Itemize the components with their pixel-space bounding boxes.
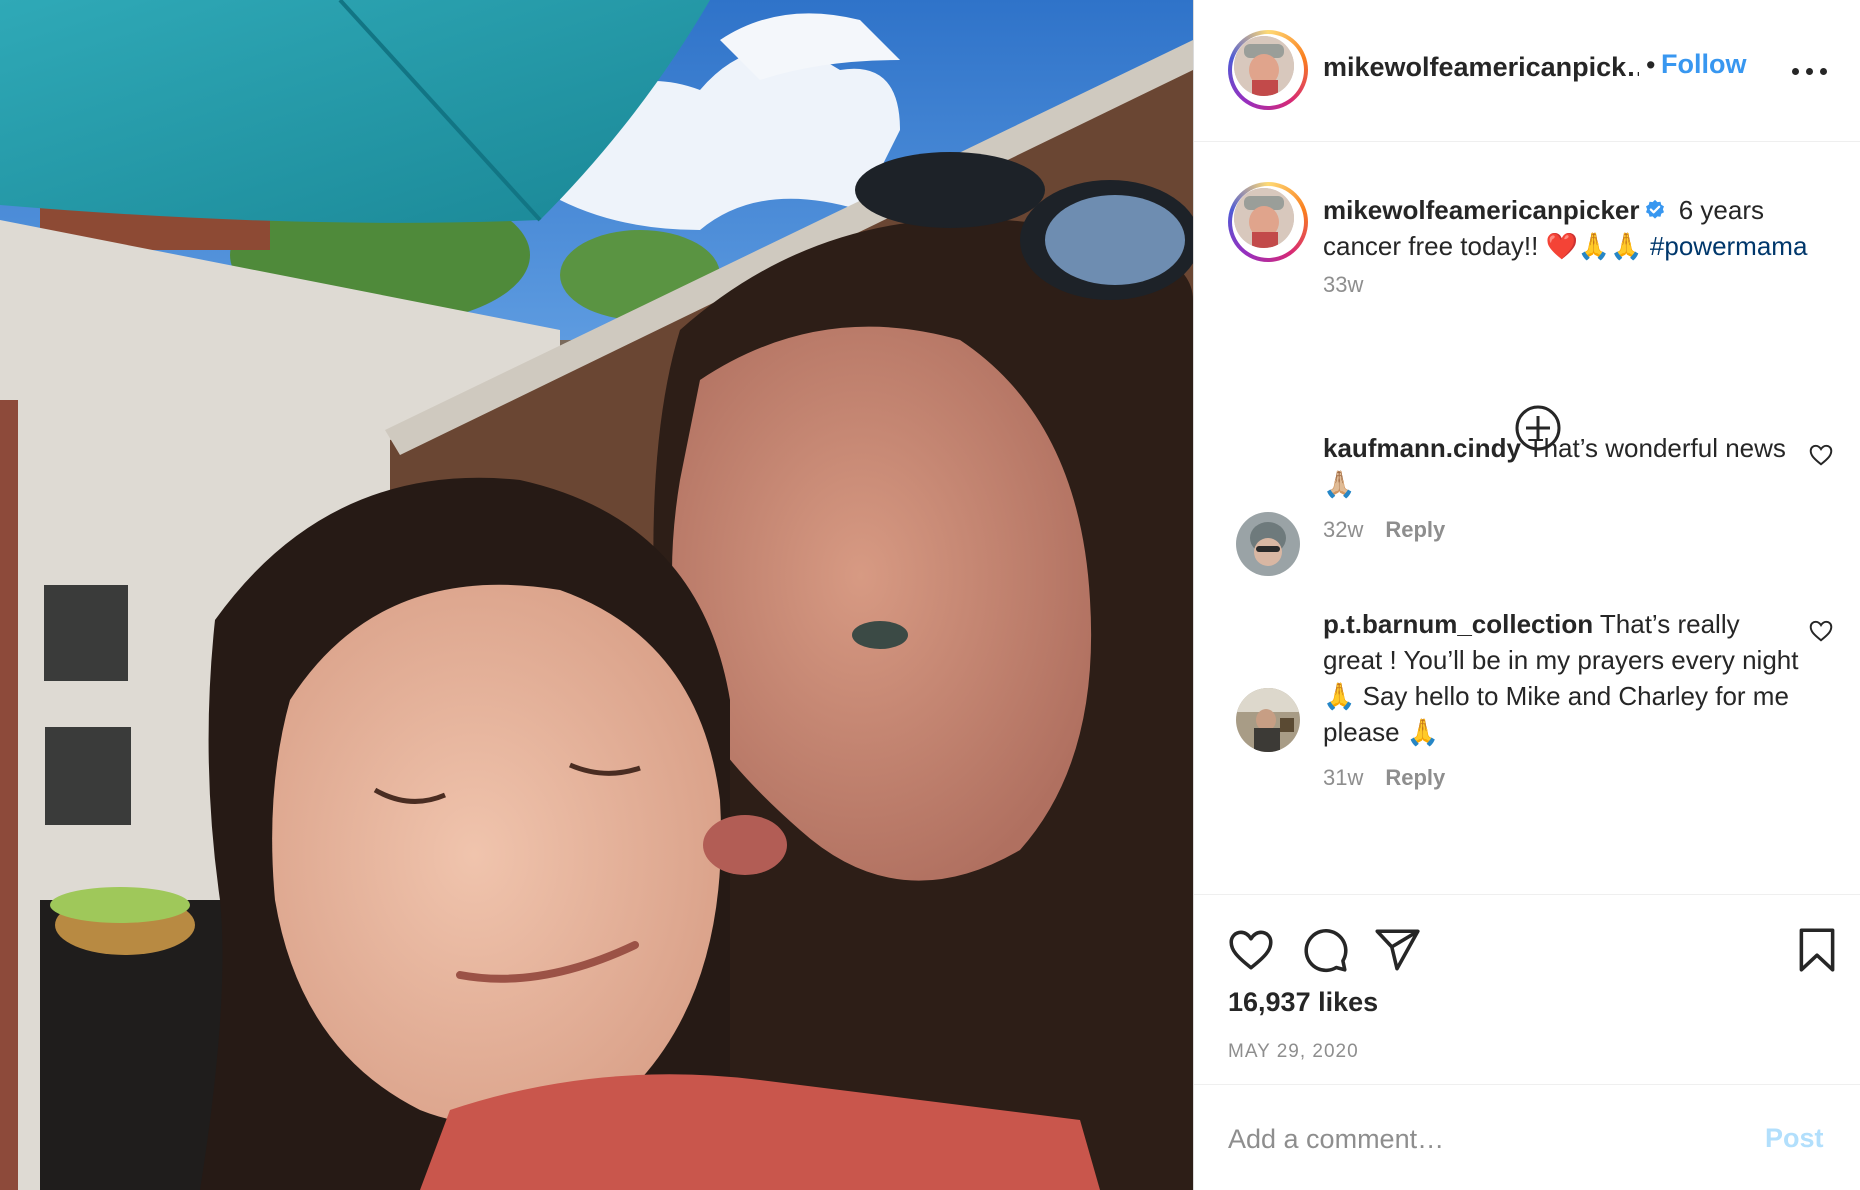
comment-meta: 32w Reply: [1323, 517, 1445, 543]
comment-timestamp[interactable]: 32w: [1323, 517, 1363, 542]
reply-button[interactable]: Reply: [1385, 765, 1445, 790]
comments-section[interactable]: mikewolfeamericanpicker 6 years cancer f…: [1194, 142, 1860, 894]
comment-username[interactable]: p.t.barnum_collection: [1323, 609, 1593, 639]
post-date[interactable]: MAY 29, 2020: [1228, 1041, 1359, 1063]
caption-timestamp[interactable]: 33w: [1323, 272, 1363, 298]
story-ring[interactable]: [1228, 30, 1308, 110]
header-username[interactable]: mikewolfeamericanpick…: [1323, 52, 1639, 83]
likes-count[interactable]: 16,937 likes: [1228, 987, 1378, 1018]
post-image: [0, 0, 1193, 1190]
heart-icon[interactable]: [1226, 925, 1276, 975]
verified-badge-icon: [1645, 200, 1664, 219]
add-comment-bar: Post: [1194, 1084, 1860, 1190]
avatar: [1234, 36, 1294, 96]
comment-text-block: p.t.barnum_collection That’s really grea…: [1323, 606, 1803, 750]
comment-text-block: kaufmann.cindy That’s wonderful news 🙏🏼: [1323, 430, 1803, 502]
action-bar: 16,937 likes MAY 29, 2020: [1194, 894, 1860, 1084]
caption-avatar[interactable]: [1228, 182, 1308, 262]
comment-input[interactable]: [1228, 1115, 1748, 1163]
comment-like-icon[interactable]: [1808, 618, 1834, 644]
hashtag-link[interactable]: #powermama: [1650, 231, 1808, 261]
post-photo[interactable]: [0, 0, 1193, 1190]
caption: mikewolfeamericanpicker 6 years cancer f…: [1323, 192, 1823, 264]
comment-icon[interactable]: [1300, 925, 1350, 975]
caption-username[interactable]: mikewolfeamericanpicker: [1323, 195, 1640, 225]
avatar: [1234, 188, 1294, 248]
comment-avatar[interactable]: [1236, 512, 1300, 576]
comment-like-icon[interactable]: [1808, 442, 1834, 468]
reply-button[interactable]: Reply: [1385, 517, 1445, 542]
comment-timestamp[interactable]: 31w: [1323, 765, 1363, 790]
separator-dot: •: [1646, 50, 1656, 80]
post-button[interactable]: Post: [1765, 1123, 1824, 1154]
comment-avatar[interactable]: [1236, 688, 1300, 752]
instagram-post: mikewolfeamericanpick… • Follow mikewolf…: [0, 0, 1860, 1190]
follow-button[interactable]: Follow: [1661, 49, 1746, 80]
more-options-icon[interactable]: [1792, 58, 1828, 82]
paper-plane-icon[interactable]: [1372, 925, 1422, 975]
comment-meta: 31w Reply: [1323, 765, 1445, 791]
bookmark-icon[interactable]: [1792, 925, 1842, 975]
post-details-pane: mikewolfeamericanpick… • Follow mikewolf…: [1193, 0, 1860, 1190]
post-header: mikewolfeamericanpick… • Follow: [1194, 0, 1860, 142]
comment-username[interactable]: kaufmann.cindy: [1323, 433, 1521, 463]
